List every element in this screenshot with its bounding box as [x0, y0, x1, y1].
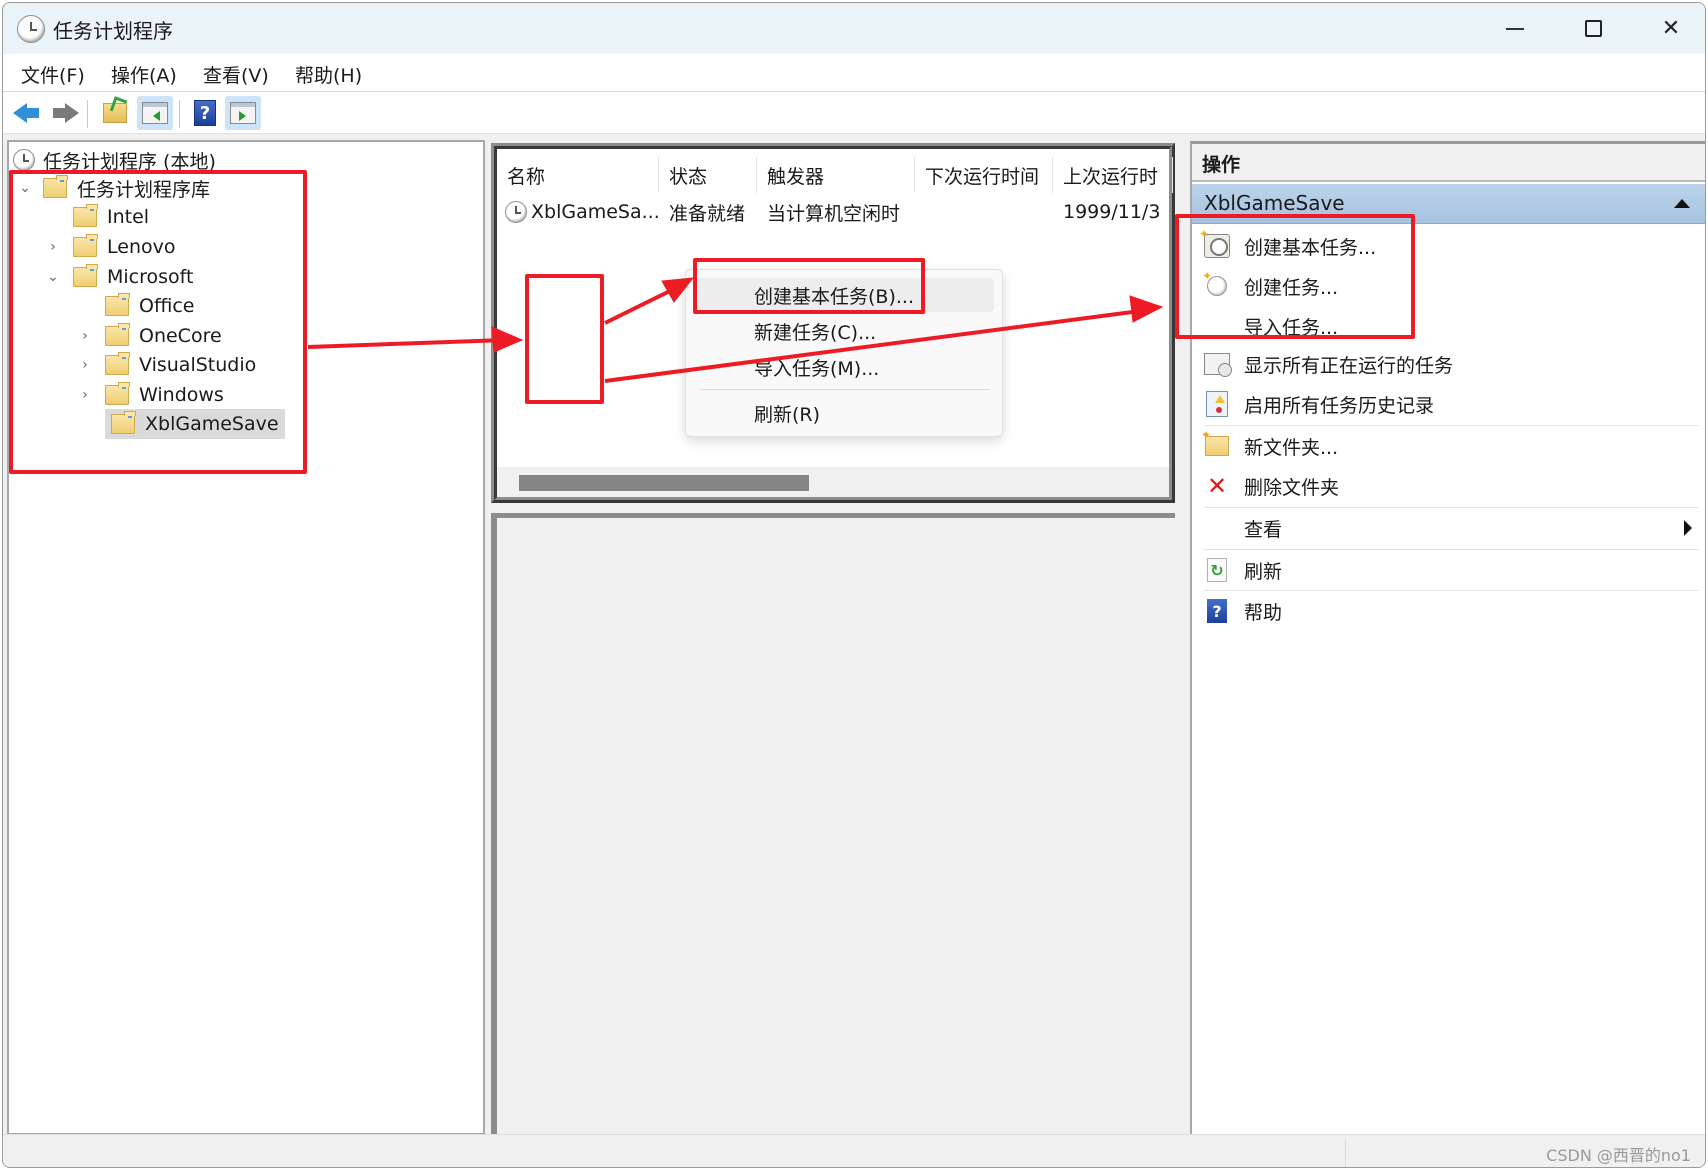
action-delete-folder[interactable]: ✕ 删除文件夹: [1192, 466, 1705, 506]
task-last-run-cell: 1999/11/3: [1063, 201, 1161, 223]
annotation-box-right-click: [525, 274, 604, 404]
close-button[interactable]: ✕: [1633, 3, 1705, 54]
status-divider: [1345, 1139, 1346, 1167]
show-hide-console-tree-icon: [142, 102, 168, 124]
menu-file[interactable]: 文件(F): [19, 61, 87, 88]
action-label: 查看: [1244, 518, 1283, 541]
delete-icon: ✕: [1206, 472, 1228, 500]
minimize-button[interactable]: [1477, 3, 1553, 54]
submenu-arrow-icon: [1684, 520, 1692, 536]
menu-action[interactable]: 操作(A): [109, 61, 179, 88]
action-label: 显示所有正在运行的任务: [1244, 354, 1454, 377]
task-name: XblGameSa...: [531, 201, 660, 223]
actions-header: 操作: [1192, 144, 1705, 182]
ctx-separator: [700, 389, 990, 390]
task-clock-icon: [505, 201, 527, 223]
action-label: 删除文件夹: [1244, 476, 1340, 499]
back-arrow-icon: [13, 103, 41, 123]
minimize-icon: [1506, 27, 1524, 30]
horizontal-scrollbar[interactable]: [497, 467, 1169, 497]
menu-view[interactable]: 查看(V): [201, 61, 271, 88]
help-button[interactable]: ?: [187, 96, 223, 130]
collapse-triangle-icon[interactable]: [1674, 199, 1690, 208]
column-header-name[interactable]: 名称: [497, 157, 659, 193]
task-status-cell: 准备就绪: [669, 202, 746, 225]
column-header-status[interactable]: 状态: [659, 157, 757, 193]
up-one-level-button[interactable]: [97, 96, 133, 130]
ctx-refresh[interactable]: 刷新(R): [694, 396, 994, 430]
toolbar-separator: [87, 100, 88, 128]
refresh-icon: ↻: [1207, 558, 1227, 582]
actions-group-label: XblGameSave: [1204, 191, 1345, 215]
window-title: 任务计划程序: [53, 19, 173, 43]
forward-button[interactable]: [47, 96, 83, 130]
help-icon: ?: [1207, 599, 1227, 623]
menu-bar: 文件(F) 操作(A) 查看(V) 帮助(H): [3, 54, 1705, 92]
show-hide-action-pane-button[interactable]: [225, 96, 261, 130]
help-icon: ?: [194, 100, 216, 126]
maximize-icon: [1584, 20, 1602, 37]
show-hide-action-pane-icon: [230, 102, 256, 124]
annotation-box-tree: [9, 170, 307, 474]
action-label: 启用所有任务历史记录: [1244, 394, 1435, 417]
action-new-folder[interactable]: 新文件夹...: [1192, 426, 1705, 466]
action-refresh[interactable]: ↻ 刷新: [1192, 550, 1705, 590]
action-label: 帮助: [1244, 601, 1283, 624]
column-header-next-run[interactable]: 下次运行时间: [915, 157, 1053, 193]
status-bar: CSDN @西晋的no1: [3, 1134, 1705, 1167]
task-name-cell: XblGameSa...: [505, 197, 660, 227]
action-label: 新文件夹...: [1244, 436, 1339, 459]
watermark: CSDN @西晋的no1: [1546, 1146, 1691, 1165]
maximize-button[interactable]: [1555, 3, 1631, 54]
task-history-icon: [1206, 391, 1228, 417]
title-bar: 任务计划程序 ✕: [3, 3, 1705, 54]
column-header-trigger[interactable]: 触发器: [757, 157, 915, 193]
action-view[interactable]: 查看: [1192, 508, 1705, 548]
ctx-new-task[interactable]: 新建任务(C)...: [694, 314, 994, 348]
folder-up-icon: [103, 103, 127, 123]
task-details-pane: [491, 513, 1175, 1135]
action-enable-history[interactable]: 启用所有任务历史记录: [1192, 384, 1705, 424]
column-header-last-run[interactable]: 上次运行时: [1053, 157, 1173, 193]
new-folder-icon: [1201, 428, 1229, 456]
scrollbar-thumb[interactable]: [519, 475, 809, 491]
running-tasks-icon: [1204, 353, 1232, 377]
action-label: 刷新: [1244, 560, 1283, 583]
task-scheduler-clock-icon: [13, 149, 35, 171]
menu-help[interactable]: 帮助(H): [293, 61, 364, 88]
action-help[interactable]: ? 帮助: [1192, 591, 1705, 631]
annotation-box-context-item: [693, 258, 925, 314]
task-scheduler-clock-icon: [17, 15, 45, 43]
annotation-box-actions: [1175, 214, 1415, 339]
toolbar-separator: [179, 100, 180, 128]
task-trigger-cell: 当计算机空闲时: [767, 202, 901, 225]
back-button[interactable]: [9, 96, 45, 130]
action-display-running-tasks[interactable]: 显示所有正在运行的任务: [1192, 344, 1705, 384]
toolbar: ?: [3, 92, 1705, 134]
forward-arrow-icon: [51, 103, 79, 123]
close-icon: ✕: [1661, 16, 1681, 41]
show-hide-console-tree-button[interactable]: [137, 96, 173, 130]
ctx-import-task[interactable]: 导入任务(M)...: [694, 350, 994, 384]
